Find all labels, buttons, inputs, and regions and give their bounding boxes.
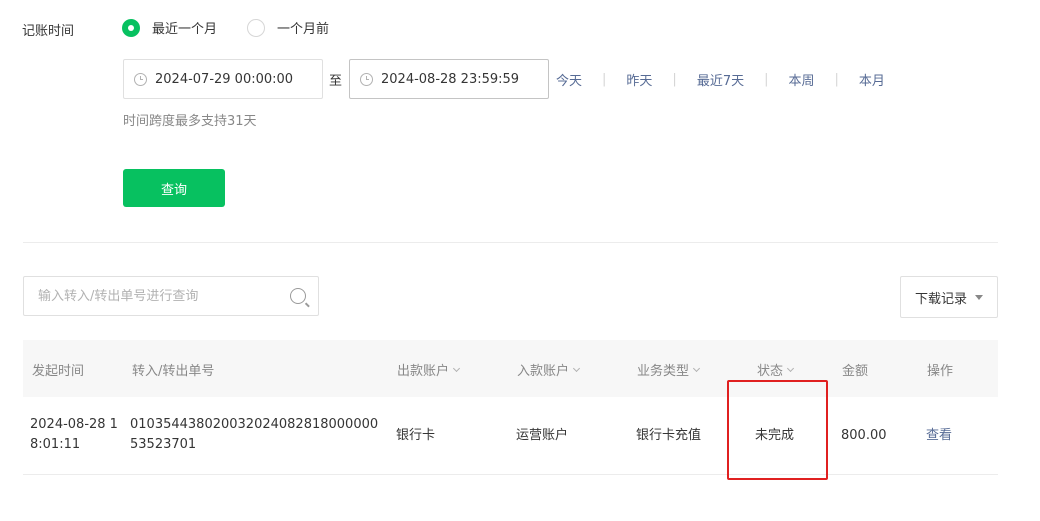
column-header-from-account[interactable]: 出款账户 [397,360,461,379]
radio-checked-icon [122,18,140,37]
search-icon[interactable] [290,288,306,304]
quick-range-today[interactable]: 今天 [556,70,582,89]
radio-unchecked-icon [247,18,265,37]
start-date-value: 2024-07-29 00:00:00 [155,71,294,87]
table-header: 发起时间 转入/转出单号 出款账户 入款账户 业务类型 状态 金额 操作 [23,340,998,397]
chevron-down-icon [786,364,795,372]
radio-label: 最近一个月 [152,22,218,37]
table-row: 2024-08-28 1 8:01:11 0103544380200320240… [23,397,998,475]
cell-amount: 800.00 [841,428,887,443]
quick-range-yesterday[interactable]: 昨天 [626,70,652,89]
quick-range-this-month[interactable]: 本月 [859,70,885,89]
separator: | [602,72,607,87]
download-records-button[interactable]: 下载记录 [900,276,998,318]
cell-from-account: 银行卡 [396,428,436,443]
separator: | [834,72,839,87]
range-hint: 时间跨度最多支持31天 [123,114,257,129]
end-date-input[interactable]: 2024-08-28 23:59:59 [349,59,549,99]
clock-icon [360,72,373,86]
column-header-time: 发起时间 [32,364,85,379]
download-label: 下载记录 [914,291,967,307]
column-header-to-account[interactable]: 入款账户 [517,360,581,379]
caret-down-icon [975,294,983,300]
cell-time: 2024-08-28 1 8:01:11 [30,417,118,452]
time-filter-label: 记账时间 [22,24,75,39]
quick-range-links: 今天 | 昨天 | 最近7天 | 本周 | 本月 [556,70,885,89]
chevron-down-icon [572,364,581,372]
quick-range-last-7-days[interactable]: 最近7天 [697,70,744,89]
radio-last-month[interactable]: 最近一个月 [122,18,217,37]
radio-label: 一个月前 [277,22,330,37]
column-header-amount: 金额 [842,364,869,379]
cell-order-no: 010354438020032024082818000000 53523701 [130,417,379,452]
column-header-biz-type[interactable]: 业务类型 [637,360,701,379]
separator: | [672,72,677,87]
radio-month-ago[interactable]: 一个月前 [247,18,329,37]
status-highlight-box [727,380,828,480]
clock-icon [134,72,147,86]
order-search-box [23,276,319,316]
end-date-value: 2024-08-28 23:59:59 [381,71,520,87]
chevron-down-icon [452,364,461,372]
query-button[interactable]: 查询 [123,169,225,207]
divider [23,242,998,243]
cell-to-account: 运营账户 [516,428,569,443]
view-link[interactable]: 查看 [926,426,952,446]
chevron-down-icon [692,364,701,372]
quick-range-this-week[interactable]: 本周 [788,70,814,89]
column-header-action: 操作 [927,364,954,379]
separator: | [764,72,769,87]
cell-biz-type: 银行卡充值 [636,428,702,443]
column-header-status[interactable]: 状态 [757,360,795,379]
range-to-label: 至 [329,74,343,89]
start-date-input[interactable]: 2024-07-29 00:00:00 [123,59,323,99]
order-search-input[interactable] [38,288,290,304]
column-header-order-no: 转入/转出单号 [132,364,215,379]
